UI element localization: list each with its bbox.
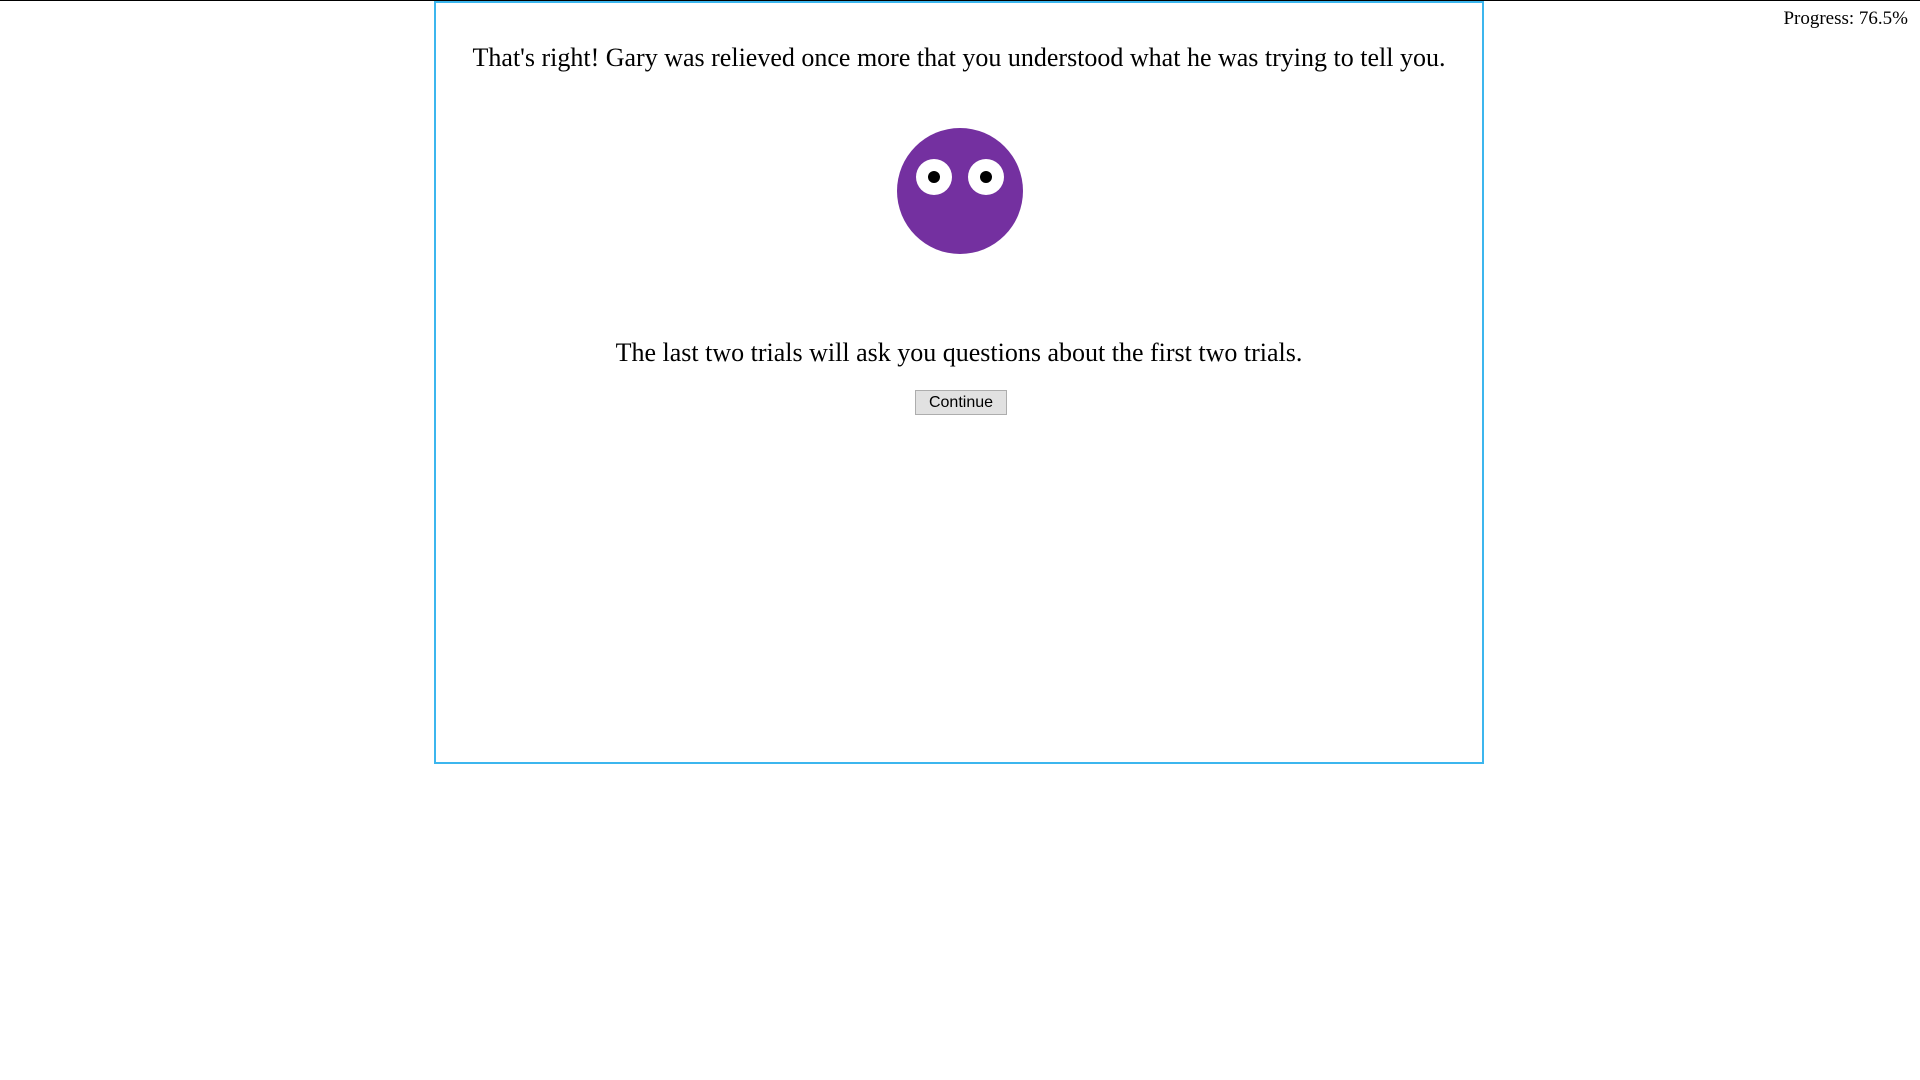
purple-face-icon <box>897 128 1023 254</box>
instruction-text: The last two trials will ask you questio… <box>615 338 1303 367</box>
trial-panel: That's right! Gary was relieved once mor… <box>434 1 1484 764</box>
progress-indicator: Progress: 76.5% <box>1783 8 1908 29</box>
feedback-text: That's right! Gary was relieved once mor… <box>472 43 1446 72</box>
continue-button[interactable]: Continue <box>915 390 1007 415</box>
